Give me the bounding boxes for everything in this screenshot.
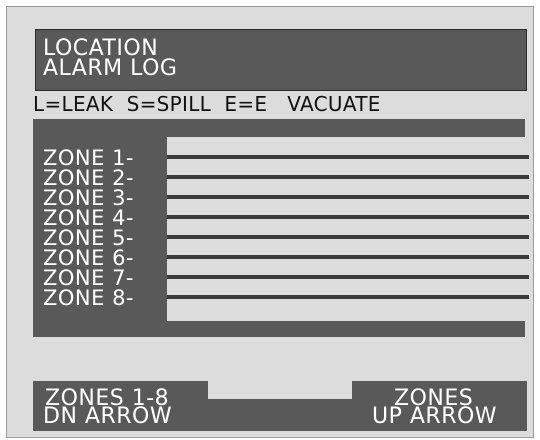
zone-5-status-line [167, 235, 529, 239]
zone-label-6: ZONE 6- [43, 246, 135, 270]
button-bar-spacer [208, 399, 352, 431]
zone-panel-top-bar [33, 119, 525, 137]
zone-label-7: ZONE 7- [43, 266, 135, 290]
zone-1-status-line [167, 155, 529, 159]
zone-label-5: ZONE 5- [43, 226, 135, 250]
zone-label-8: ZONE 8- [43, 286, 135, 310]
alarm-type-legend: L=LEAK S=SPILL E=E VACUATE [33, 92, 381, 116]
zones-down-label-2: DN ARROW [43, 404, 173, 429]
zones-up-arrow-button[interactable]: ZONES UP ARROW [352, 381, 527, 431]
title-line-2: ALARM LOG [43, 56, 178, 81]
zone-6-status-line [167, 255, 529, 259]
zone-4-status-line [167, 215, 529, 219]
zone-label-3: ZONE 3- [43, 186, 135, 210]
zone-label-1: ZONE 1- [43, 146, 135, 170]
zone-8-status-line [167, 295, 529, 299]
zone-7-status-line [167, 275, 529, 279]
zone-label-2: ZONE 2- [43, 166, 135, 190]
zone-2-status-line [167, 175, 529, 179]
zones-up-label-2: UP ARROW [372, 404, 498, 429]
zones-down-arrow-button[interactable]: ZONES 1-8 DN ARROW [33, 381, 208, 431]
zone-label-4: ZONE 4- [43, 206, 135, 230]
title-box: LOCATION ALARM LOG [35, 29, 527, 91]
zone-3-status-line [167, 195, 529, 199]
zone-panel-bottom-bar [33, 321, 525, 337]
alarm-log-screen: LOCATION ALARM LOG L=LEAK S=SPILL E=E VA… [6, 6, 534, 438]
zone-label-panel: ZONE 1- ZONE 2- ZONE 3- ZONE 4- ZONE 5- … [33, 137, 167, 321]
